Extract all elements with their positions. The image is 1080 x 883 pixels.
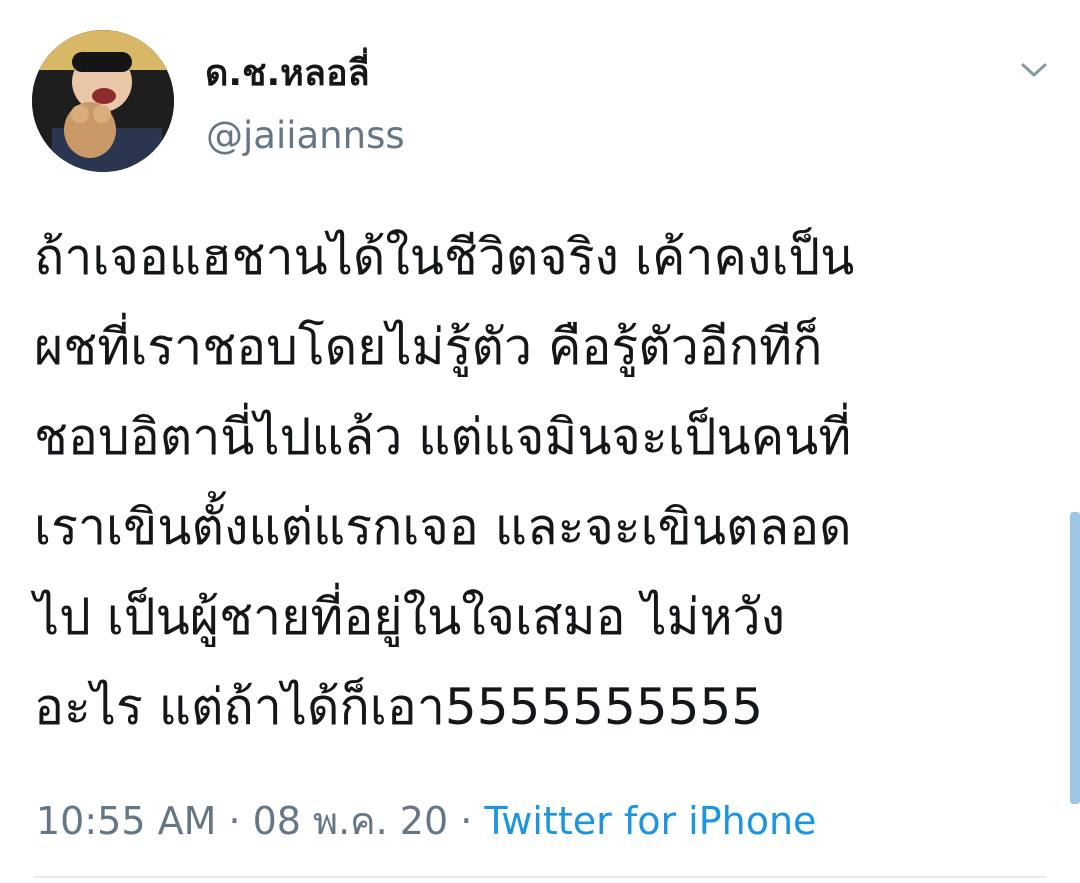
tweet-date[interactable]: 08 พ.ค. 20 xyxy=(253,799,449,843)
tweet-text: ถ้าเจอแฮชานได้ในชีวิตจริง เค้าคงเป็น ผชท… xyxy=(34,212,1044,752)
author-handle[interactable]: @jaiiannss xyxy=(206,114,405,157)
tweet-source-link[interactable]: Twitter for iPhone xyxy=(484,799,816,843)
tweet-text-line: ไป เป็นผู้ชายที่อยู่ในใจเสมอ ไม่หวัง xyxy=(34,588,786,646)
scrollbar[interactable] xyxy=(1070,512,1080,804)
tweet-menu-button[interactable] xyxy=(1012,52,1056,88)
tweet-metadata: 10:55 AM · 08 พ.ค. 20 · Twitter for iPho… xyxy=(36,790,816,851)
meta-separator: · xyxy=(448,799,485,843)
tweet-text-line: เราเขินตั้งแต่แรกเจอ และจะเขินตลอด xyxy=(34,498,852,556)
tweet-card: ด.ช.หลอลี่ @jaiiannss ถ้าเจอแฮชานได้ในชี… xyxy=(0,0,1080,883)
author-display-name[interactable]: ด.ช.หลอลี่ xyxy=(205,44,370,101)
chevron-down-icon xyxy=(1021,63,1047,77)
tweet-text-line: ถ้าเจอแฮชานได้ในชีวิตจริง เค้าคงเป็น xyxy=(34,228,855,286)
meta-separator: · xyxy=(216,799,253,843)
avatar[interactable] xyxy=(32,30,174,172)
divider xyxy=(34,876,1046,878)
tweet-text-line: ผชที่เราชอบโดยไม่รู้ตัว คือรู้ตัวอีกทีก็ xyxy=(34,318,823,376)
tweet-text-line: ชอบอิตานี่ไปแล้ว แต่แจมินจะเป็นคนที่ xyxy=(34,408,852,466)
tweet-time[interactable]: 10:55 AM xyxy=(36,799,216,843)
tweet-text-line: อะไร แต่ถ้าได้ก็เอา5555555555 xyxy=(34,678,764,736)
